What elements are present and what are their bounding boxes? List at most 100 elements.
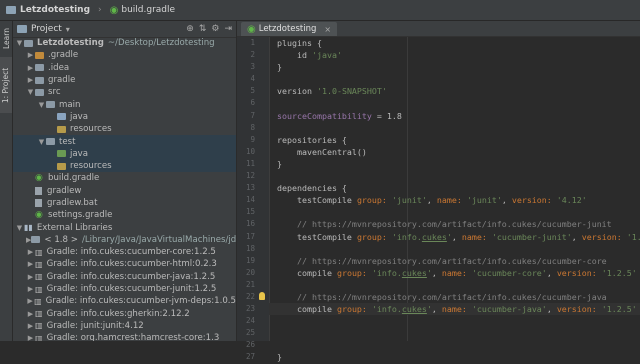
code-line[interactable]: 5 version '1.0-SNAPSHOT': [250, 85, 640, 97]
code-text: mavenCentral(): [277, 146, 367, 158]
code-line[interactable]: 26: [246, 339, 640, 351]
project-panel-title[interactable]: Project: [31, 24, 62, 34]
library-icon: ▥: [35, 272, 43, 282]
code-token: 'info.: [371, 267, 402, 278]
code-line[interactable]: 20 compile group: 'info.cukes', name: 'c…: [246, 267, 640, 279]
code-line[interactable]: 8: [250, 122, 640, 134]
code-line[interactable]: 11}: [246, 158, 640, 170]
code-token: version:: [556, 304, 602, 315]
tree-item[interactable]: ◉ build.gradle: [13, 172, 236, 184]
code-line[interactable]: 24: [246, 315, 640, 327]
code-line[interactable]: 2 id 'java': [250, 49, 640, 61]
tree-item[interactable]: ▶ ▥ Gradle: info.cukes:cucumber-jvm-deps:1…: [13, 295, 236, 307]
editor-tab[interactable]: ◉ Letzdotesting ×: [241, 22, 338, 36]
view-dropdown-icon[interactable]: ▾: [66, 25, 70, 34]
tree-item[interactable]: gradlew: [13, 185, 236, 197]
tree-item[interactable]: ▶ < 1.8 >/Library/Java/JavaVirtualMachine…: [13, 234, 236, 246]
expand-arrow-icon[interactable]: ▶: [26, 64, 35, 72]
collapse-icon[interactable]: ⇅: [199, 24, 207, 34]
expand-arrow-icon[interactable]: ▶: [26, 273, 35, 281]
tree-item[interactable]: ▶ .idea: [13, 62, 236, 74]
expand-arrow-icon[interactable]: ▶: [26, 334, 35, 341]
tree-item[interactable]: ▶ ▥ Gradle: info.cukes:cucumber-junit:1.2.…: [13, 283, 236, 295]
code-line[interactable]: 12: [246, 170, 640, 182]
expand-arrow-icon[interactable]: ▼: [15, 39, 24, 47]
expand-arrow-icon[interactable]: ▶: [26, 285, 35, 293]
code-token: cukes: [401, 304, 427, 315]
tree-item-label: java: [70, 111, 89, 122]
locate-icon[interactable]: ⊕: [186, 24, 194, 34]
code-line[interactable]: 18: [246, 243, 640, 255]
expand-arrow-icon[interactable]: ▶: [26, 322, 35, 330]
tree-item[interactable]: ▶ gradle: [13, 74, 236, 86]
code-line[interactable]: 22 // https://mvnrepository.com/artifact…: [246, 291, 640, 303]
code-line[interactable]: 27}: [246, 351, 640, 363]
breadcrumb-file[interactable]: ◉ build.gradle: [104, 0, 181, 20]
tree-item[interactable]: ▶ ▥ Gradle: org.hamcrest:hamcrest-core:1.3: [13, 332, 236, 341]
tree-item[interactable]: ▶ ▥ Gradle: info.cukes:cucumber-java:1.2.5: [13, 271, 236, 283]
tab-learn[interactable]: Learn: [0, 23, 12, 53]
tree-item[interactable]: ▼ src: [13, 86, 236, 98]
tree-item[interactable]: gradlew.bat: [13, 197, 236, 209]
breadcrumb-project-label: Letzdotesting: [20, 5, 91, 15]
tab-project[interactable]: 1: Project: [0, 57, 12, 113]
tree-item[interactable]: ▼ ▮▮ External Libraries: [13, 221, 236, 233]
code-line[interactable]: 23 compile group: 'info.cukes', name: 'c…: [246, 303, 640, 316]
code-token: ,: [546, 304, 557, 315]
intention-bulb-icon[interactable]: [259, 291, 265, 300]
expand-arrow-icon[interactable]: ▼: [26, 88, 35, 96]
settings-gear-icon[interactable]: ⚙: [211, 24, 219, 34]
code-line[interactable]: 10 mavenCentral(): [246, 146, 640, 158]
tree-item[interactable]: ▶ ▥ Gradle: info.cukes:gherkin:2.12.2: [13, 308, 236, 320]
tree-item-label: Gradle: info.cukes:cucumber-junit:1.2.5: [46, 284, 217, 295]
expand-arrow-icon[interactable]: ▶: [26, 297, 34, 305]
tree-item[interactable]: ▼ test: [13, 135, 236, 148]
hide-icon[interactable]: ⇥: [224, 24, 232, 34]
tree-item[interactable]: java: [13, 147, 236, 160]
code-token: 'info.: [391, 231, 422, 242]
tree-item[interactable]: ▶ ▥ Gradle: info.cukes:cucumber-core:1.2.5: [13, 246, 236, 258]
code-line[interactable]: 16 // https://mvnrepository.com/artifact…: [246, 218, 640, 230]
editor-tab-bar: ◉ Letzdotesting ×: [237, 21, 640, 37]
code-line[interactable]: 17 testCompile group: 'info.cukes', name…: [246, 231, 640, 243]
code-line[interactable]: 6: [250, 97, 640, 109]
code-line[interactable]: 1 plugins {: [250, 37, 640, 49]
code-line[interactable]: 19 // https://mvnrepository.com/artifact…: [246, 255, 640, 267]
tree-item[interactable]: ▶ .gradle: [13, 49, 236, 61]
code-line[interactable]: 7 sourceCompatibility = 1.8: [250, 110, 640, 122]
tree-item[interactable]: ▼ main: [13, 98, 236, 110]
code-text: plugins {: [277, 37, 322, 49]
expand-arrow-icon[interactable]: ▶: [26, 51, 35, 59]
tree-item[interactable]: ◉ settings.gradle: [13, 209, 236, 221]
expand-arrow-icon[interactable]: ▼: [15, 224, 24, 232]
code-token: plugins {: [277, 38, 322, 48]
code-token: '1.2.5': [601, 304, 637, 315]
expand-arrow-icon[interactable]: ▶: [26, 260, 35, 268]
expand-arrow-icon[interactable]: ▶: [26, 76, 35, 84]
code-line[interactable]: 4: [250, 73, 640, 85]
code-line[interactable]: 3}: [250, 61, 640, 73]
expand-arrow-icon[interactable]: ▶: [26, 310, 35, 318]
expand-arrow-icon[interactable]: ▶: [26, 248, 35, 256]
breadcrumb-project[interactable]: Letzdotesting: [0, 0, 96, 20]
tree-item[interactable]: java: [13, 111, 236, 123]
code-text: repositories {: [277, 134, 347, 146]
tree-item[interactable]: ▶ ▥ Gradle: junit:junit:4.12: [13, 320, 236, 332]
code-token: sourceCompatibility: [277, 110, 372, 121]
close-icon[interactable]: ×: [324, 25, 331, 34]
code-token: // https://mvnrepository.com/artifact/in…: [277, 291, 607, 302]
code-line[interactable]: 21: [246, 279, 640, 291]
expand-arrow-icon[interactable]: ▼: [37, 138, 46, 146]
code-line[interactable]: 9 repositories {: [250, 134, 640, 146]
code-line[interactable]: 15: [246, 206, 640, 218]
code-line[interactable]: 25: [246, 327, 640, 339]
tree-item[interactable]: ▶ ▥ Gradle: info.cukes:cucumber-html:0.2.3: [13, 258, 236, 270]
code-line[interactable]: 14 testCompile group: 'junit', name: 'ju…: [246, 194, 640, 206]
tree-item[interactable]: resources: [13, 159, 236, 173]
tree-item[interactable]: ▼ Letzdotesting ~/Desktop/Letzdotesting: [13, 37, 236, 49]
code-text: compile group: 'info.cukes', name: 'cucu…: [277, 303, 637, 315]
code-editor[interactable]: 1 plugins {2 id 'java' 3} 4 5 version '1.0-SN…: [246, 37, 640, 362]
code-line[interactable]: 13 dependencies {: [246, 182, 640, 194]
tree-item[interactable]: resources: [13, 123, 236, 135]
expand-arrow-icon[interactable]: ▼: [37, 101, 46, 109]
